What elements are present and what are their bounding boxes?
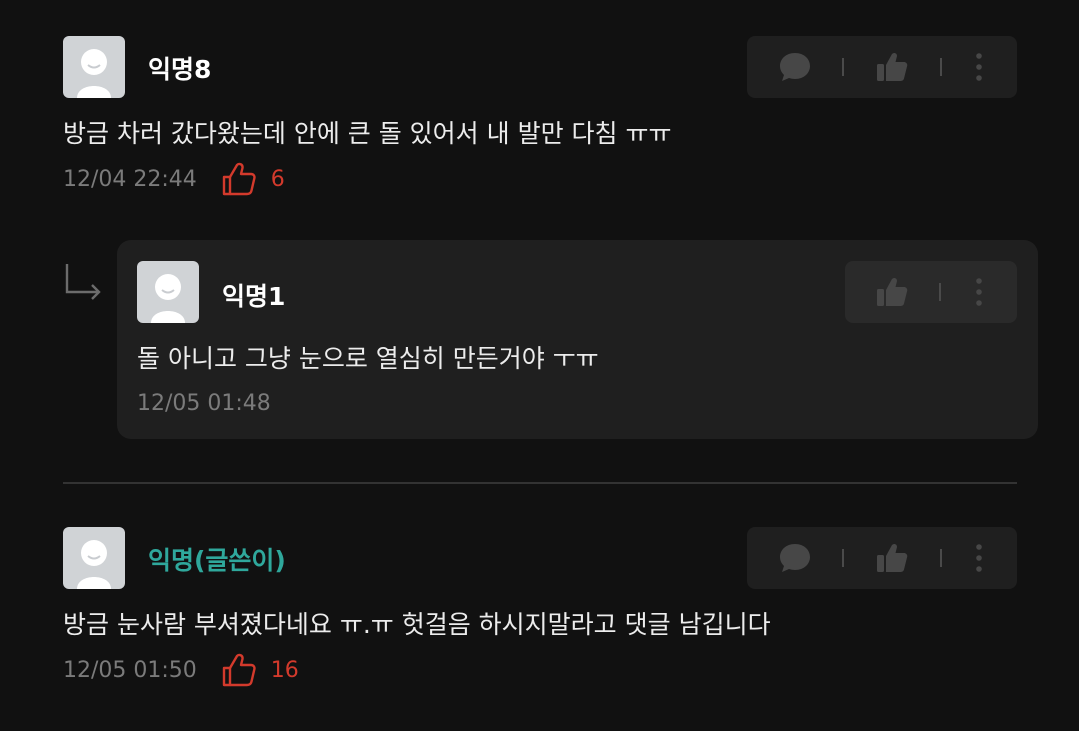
divider [63, 482, 1017, 484]
comment-actions [747, 36, 1017, 98]
avatar-placeholder-icon [77, 540, 111, 589]
comment-author: 익명8 [148, 55, 212, 84]
thumbs-up-outline-icon [222, 162, 256, 196]
like-indicator[interactable]: 16 [221, 652, 299, 688]
avatar-placeholder-icon [77, 49, 111, 98]
more-button[interactable] [942, 527, 1017, 589]
avatar[interactable] [137, 261, 199, 323]
reply-meta: 12/05 01:48 [137, 388, 271, 418]
reply-button[interactable] [747, 36, 842, 98]
thumbs-up-icon [876, 543, 908, 572]
comment-author-op: 익명(글쓴이) [148, 546, 286, 575]
more-vertical-icon [976, 544, 983, 572]
more-vertical-icon [976, 278, 982, 306]
avatar[interactable] [63, 36, 125, 98]
more-button[interactable] [941, 261, 1017, 323]
avatar-placeholder-icon [151, 274, 185, 323]
chat-bubble-icon [779, 53, 810, 81]
reply-button[interactable] [747, 527, 842, 589]
thumbs-up-outline-icon [222, 653, 256, 687]
comment-date: 12/04 22:44 [63, 166, 197, 192]
comment-actions [747, 527, 1017, 589]
comment: 익명8 방금 차러 갔다왔는데 안에 큰 돌 있어서 내 발만 다침 ㅠㅠ 12… [63, 36, 1017, 196]
comment: 익명(글쓴이) 방금 눈사람 부셔졌다네요 ㅠ.ㅠ 헛걸음 하시지말라고 댓글 … [63, 527, 1017, 687]
comment-date: 12/05 01:50 [63, 657, 197, 683]
like-count: 16 [270, 657, 299, 683]
like-indicator[interactable]: 6 [221, 161, 285, 197]
more-button[interactable] [942, 36, 1017, 98]
chat-bubble-icon [779, 544, 810, 572]
like-count: 6 [270, 166, 285, 192]
comment-meta: 12/04 22:44 6 [63, 161, 285, 197]
comment-text: 방금 차러 갔다왔는데 안에 큰 돌 있어서 내 발만 다침 ㅠㅠ [63, 119, 672, 148]
thumbs-up-icon [877, 277, 908, 306]
reply-date: 12/05 01:48 [137, 390, 271, 416]
like-button[interactable] [844, 527, 939, 589]
reply-text: 돌 아니고 그냥 눈으로 열심히 만든거야 ㅜㅠ [137, 344, 599, 373]
like-button[interactable] [845, 261, 939, 323]
avatar[interactable] [63, 527, 125, 589]
more-vertical-icon [976, 53, 983, 81]
reply-arrow-icon [65, 264, 101, 300]
reply-author: 익명1 [222, 282, 286, 311]
comment-meta: 12/05 01:50 16 [63, 652, 299, 688]
thumbs-up-icon [876, 52, 908, 81]
like-button[interactable] [844, 36, 939, 98]
comment-text: 방금 눈사람 부셔졌다네요 ㅠ.ㅠ 헛걸음 하시지말라고 댓글 남깁니다 [63, 610, 771, 639]
reply-actions [845, 261, 1017, 323]
reply-card: 익명1 돌 아니고 그냥 눈으로 열심히 만든거야 ㅜㅠ 12/05 01:48 [117, 240, 1038, 439]
